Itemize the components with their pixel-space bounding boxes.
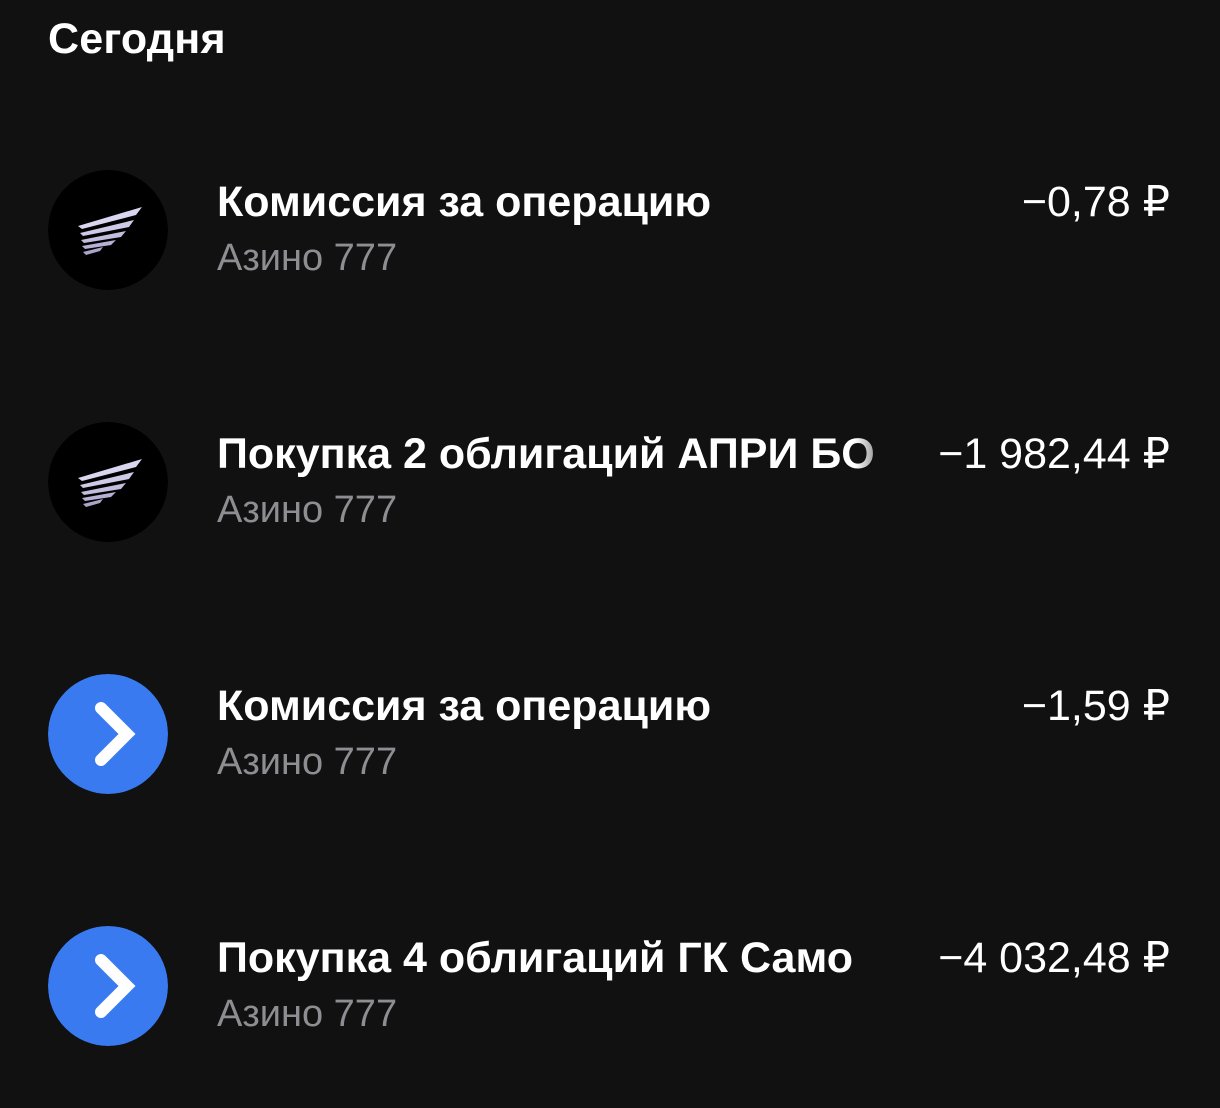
wing-logo-icon — [48, 422, 168, 542]
operation-title-container: Покупка 4 облигаций ГК Само — [217, 930, 901, 986]
operation-row[interactable]: Комиссия за операцию Азино 777 −0,78 ₽ — [0, 150, 1220, 310]
operation-title-container: Комиссия за операцию — [217, 174, 757, 230]
operation-account: Азино 777 — [217, 489, 398, 531]
operation-row[interactable]: Комиссия за операцию Азино 777 −1,59 ₽ — [0, 654, 1220, 814]
operation-amount: −0,78 ₽ — [1021, 178, 1170, 226]
operation-title-container: Покупка 2 облигаций АПРИ БО — [217, 426, 903, 482]
operation-amount: −1,59 ₽ — [1021, 682, 1170, 730]
operation-title: Комиссия за операцию — [217, 178, 712, 226]
wing-logo-icon — [48, 170, 168, 290]
operation-title: Покупка 2 облигаций АПРИ БО — [217, 430, 875, 478]
operation-amount: −1 982,44 ₽ — [938, 430, 1170, 478]
operation-amount: −4 032,48 ₽ — [938, 934, 1170, 982]
section-title-today: Сегодня — [48, 15, 226, 63]
chevron-right-logo-icon — [48, 674, 168, 794]
operation-title-container: Комиссия за операцию — [217, 678, 757, 734]
chevron-right-logo-icon — [48, 926, 168, 1046]
operation-account: Азино 777 — [217, 993, 398, 1035]
operation-title: Покупка 4 облигаций ГК Само — [217, 934, 853, 982]
operation-row[interactable]: Покупка 4 облигаций ГК Само Азино 777 −4… — [0, 906, 1220, 1066]
operation-account: Азино 777 — [217, 741, 398, 783]
operation-title: Комиссия за операцию — [217, 682, 712, 730]
operation-account: Азино 777 — [217, 237, 398, 279]
operation-row[interactable]: Покупка 2 облигаций АПРИ БО Азино 777 −1… — [0, 402, 1220, 562]
